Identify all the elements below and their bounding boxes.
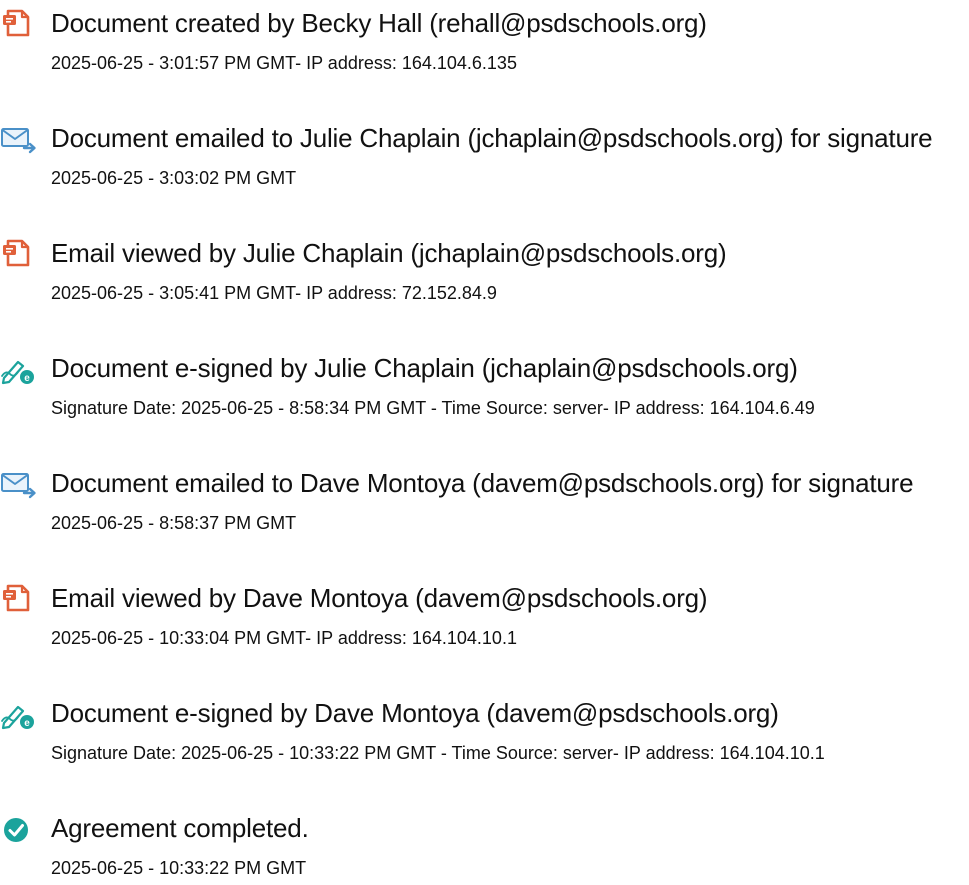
svg-text:e: e bbox=[24, 718, 30, 729]
audit-event-document-emailed: Document emailed to Dave Montoya (davem@… bbox=[0, 460, 969, 540]
svg-text:e: e bbox=[24, 373, 30, 384]
event-title: Document e-signed by Dave Montoya (davem… bbox=[51, 698, 779, 728]
event-detail: 2025-06-25 - 10:33:22 PM GMT bbox=[51, 858, 307, 878]
audit-event-email-viewed: Email viewed by Dave Montoya (davem@psds… bbox=[0, 575, 969, 655]
audit-event-agreement-completed: Agreement completed. 2025-06-25 - 10:33:… bbox=[0, 805, 969, 885]
event-detail: 2025-06-25 - 3:01:57 PM GMT- IP address:… bbox=[51, 53, 517, 73]
esign-icon: e bbox=[0, 352, 40, 386]
email-icon bbox=[0, 122, 40, 156]
document-icon bbox=[0, 237, 40, 271]
event-title: Email viewed by Julie Chaplain (jchaplai… bbox=[51, 238, 727, 268]
document-icon bbox=[0, 7, 40, 41]
event-detail: Signature Date: 2025-06-25 - 8:58:34 PM … bbox=[51, 398, 815, 418]
audit-event-document-created: Document created by Becky Hall (rehall@p… bbox=[0, 0, 969, 80]
audit-event-document-emailed: Document emailed to Julie Chaplain (jcha… bbox=[0, 115, 969, 195]
event-title: Document e-signed by Julie Chaplain (jch… bbox=[51, 353, 798, 383]
event-detail: 2025-06-25 - 3:05:41 PM GMT- IP address:… bbox=[51, 283, 497, 303]
event-title: Email viewed by Dave Montoya (davem@psds… bbox=[51, 583, 708, 613]
event-title: Document emailed to Julie Chaplain (jcha… bbox=[51, 123, 933, 153]
event-detail: 2025-06-25 - 8:58:37 PM GMT bbox=[51, 513, 297, 533]
event-title: Document created by Becky Hall (rehall@p… bbox=[51, 8, 707, 38]
audit-event-esigned: e Document e-signed by Julie Chaplain (j… bbox=[0, 345, 969, 425]
esign-icon: e bbox=[0, 697, 40, 731]
email-icon bbox=[0, 467, 40, 501]
audit-event-email-viewed: Email viewed by Julie Chaplain (jchaplai… bbox=[0, 230, 969, 310]
event-detail: Signature Date: 2025-06-25 - 10:33:22 PM… bbox=[51, 743, 825, 763]
check-circle-icon bbox=[0, 812, 40, 846]
document-icon bbox=[0, 582, 40, 616]
audit-event-esigned: e Document e-signed by Dave Montoya (dav… bbox=[0, 690, 969, 770]
event-detail: 2025-06-25 - 10:33:04 PM GMT- IP address… bbox=[51, 628, 517, 648]
event-detail: 2025-06-25 - 3:03:02 PM GMT bbox=[51, 168, 297, 188]
event-title: Document emailed to Dave Montoya (davem@… bbox=[51, 468, 914, 498]
event-title: Agreement completed. bbox=[51, 813, 309, 843]
